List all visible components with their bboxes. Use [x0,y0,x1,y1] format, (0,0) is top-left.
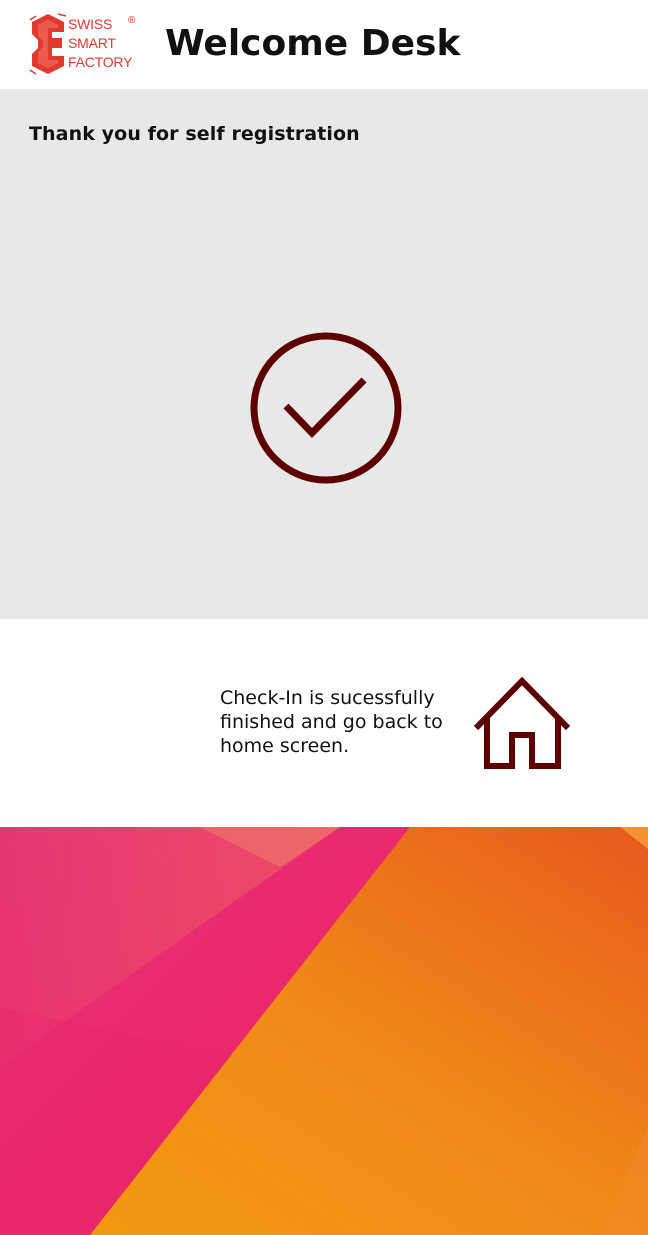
page-title: Welcome Desk [165,23,461,64]
logo-line-factory: FACTORY [68,54,133,70]
check-circle-icon [250,332,402,484]
header: SWISS SMART FACTORY ® Welcome Desk [0,0,648,89]
checkin-finished-message: Check-In is sucessfully finished and go … [220,687,443,757]
footer: Check-In is sucessfully finished and go … [0,619,648,827]
decorative-background [0,827,648,1235]
confirmation-panel: Thank you for self registration [0,89,648,619]
home-icon [473,677,571,769]
registered-mark: ® [128,15,136,26]
logo-emblem-icon [29,13,67,75]
logo-line-swiss: SWISS [68,16,113,32]
welcome-desk-page: SWISS SMART FACTORY ® Welcome Desk Thank… [0,0,648,1235]
home-button[interactable] [472,677,572,771]
swiss-smart-factory-logo: SWISS SMART FACTORY ® [28,12,140,76]
logo-wordmark: SWISS SMART FACTORY [68,15,132,72]
logo-line-smart: SMART [68,35,116,51]
registration-thanks-message: Thank you for self registration [29,123,360,145]
